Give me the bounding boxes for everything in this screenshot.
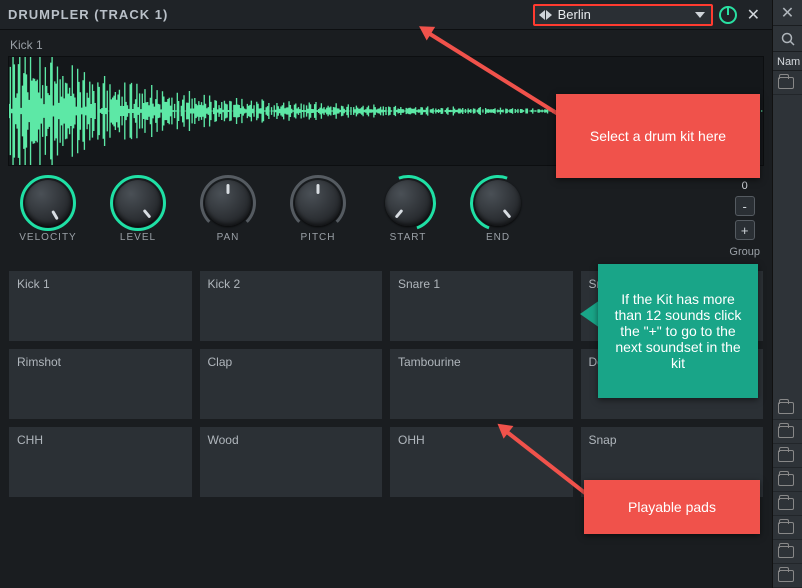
group-controls: 0 - + Group <box>729 180 760 258</box>
knob-level: LEVEL <box>102 180 174 243</box>
sidebar-folder-item[interactable] <box>773 420 802 444</box>
sidebar-folder-item[interactable] <box>773 71 802 95</box>
knob-dial[interactable] <box>205 180 251 226</box>
sample-name-label: Kick 1 <box>8 36 764 56</box>
knob-dial[interactable] <box>115 180 161 226</box>
group-label: Group <box>729 246 760 258</box>
plugin-title: DRUMPLER (TRACK 1) <box>8 7 168 22</box>
drum-pad[interactable]: Tambourine <box>389 348 574 420</box>
knob-label: PITCH <box>301 232 336 243</box>
sidebar-folder-item[interactable] <box>773 396 802 420</box>
callout-select-kit: Select a drum kit here <box>556 94 760 178</box>
knob-end: END <box>462 180 534 243</box>
knob-dial[interactable] <box>25 180 71 226</box>
sidebar-folder-item[interactable] <box>773 444 802 468</box>
callout-playable-pads: Playable pads <box>584 480 760 534</box>
search-icon[interactable] <box>773 26 802 52</box>
knob-start: START <box>372 180 444 243</box>
sidebar-column-header: Nam <box>773 52 802 71</box>
drum-pad[interactable]: Clap <box>199 348 384 420</box>
close-icon[interactable]: ✕ <box>743 5 764 25</box>
preset-name: Berlin <box>558 7 689 22</box>
drum-pad[interactable]: Kick 2 <box>199 270 384 342</box>
drum-pad[interactable]: CHH <box>8 426 193 498</box>
group-value: 0 <box>742 180 748 192</box>
annotation-speech-pointer <box>580 300 600 328</box>
knob-label: VELOCITY <box>19 232 76 243</box>
close-panel-icon[interactable]: ✕ <box>773 0 802 26</box>
drum-pad[interactable]: Rimshot <box>8 348 193 420</box>
knob-label: LEVEL <box>120 232 156 243</box>
knob-label: PAN <box>217 232 240 243</box>
drum-pad[interactable]: Snare 1 <box>389 270 574 342</box>
sidebar-folder-item[interactable] <box>773 540 802 564</box>
preset-selector[interactable]: Berlin <box>533 4 713 26</box>
sidebar-folder-item[interactable] <box>773 564 802 588</box>
callout-group-tip: If the Kit has more than 12 sounds click… <box>598 264 758 398</box>
preset-prev-next-icon[interactable] <box>539 10 552 20</box>
sidebar-folder-item[interactable] <box>773 516 802 540</box>
knob-velocity: VELOCITY <box>12 180 84 243</box>
knob-label: END <box>486 232 510 243</box>
knob-dial[interactable] <box>475 180 521 226</box>
sidebar-folder-item[interactable] <box>773 468 802 492</box>
drum-pad[interactable]: Wood <box>199 426 384 498</box>
group-minus-button[interactable]: - <box>735 196 755 216</box>
knob-dial[interactable] <box>295 180 341 226</box>
knob-dial[interactable] <box>385 180 431 226</box>
group-plus-button[interactable]: + <box>735 220 755 240</box>
sidebar-folder-item[interactable] <box>773 492 802 516</box>
plugin-header: DRUMPLER (TRACK 1) Berlin ✕ <box>0 0 772 30</box>
right-sidebar: ✕ Nam <box>772 0 802 588</box>
knob-label: START <box>390 232 427 243</box>
knob-pan: PAN <box>192 180 264 243</box>
drum-pad[interactable]: Kick 1 <box>8 270 193 342</box>
power-icon[interactable] <box>719 6 737 24</box>
knob-pitch: PITCH <box>282 180 354 243</box>
chevron-down-icon[interactable] <box>695 12 705 18</box>
